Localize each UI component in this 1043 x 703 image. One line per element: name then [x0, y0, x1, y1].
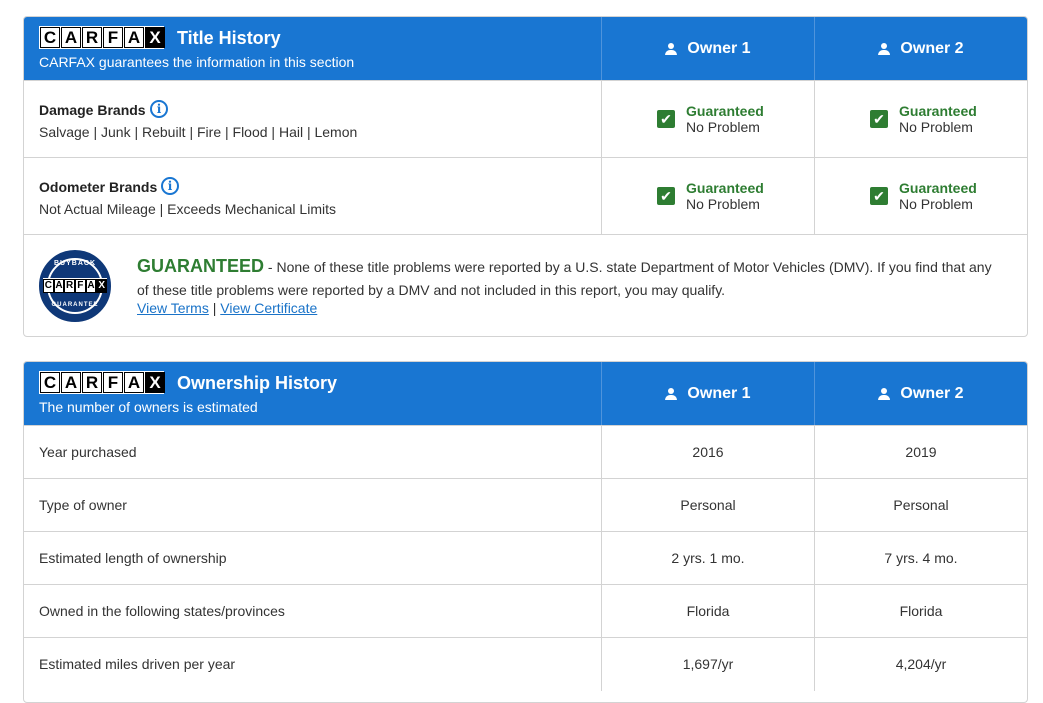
logo-letter: A: [61, 372, 81, 393]
row-label: Type of owner: [39, 497, 127, 513]
owner-1-header: Owner 1: [602, 362, 814, 425]
checkmark-icon: ✔: [870, 110, 888, 128]
guarantee-description: - None of these title problems were repo…: [137, 259, 992, 298]
info-icon[interactable]: i: [161, 177, 179, 195]
view-terms-link[interactable]: View Terms: [137, 300, 209, 316]
section-subtitle: The number of owners is estimated: [39, 399, 258, 415]
owner-2-value: 4,204/yr: [895, 656, 947, 672]
checkmark-icon: ✔: [657, 187, 675, 205]
person-icon: [878, 387, 891, 400]
owner-label: Owner 2: [900, 384, 964, 402]
table-row: Year purchased 2016 2019: [24, 425, 1027, 479]
owner-label: Owner 2: [900, 39, 964, 57]
table-row: Estimated miles driven per year 1,697/yr…: [24, 637, 1027, 691]
carfax-logo: C A R F A X: [39, 26, 165, 49]
carfax-logo: C A R F A X: [39, 371, 165, 394]
seal-letter: X: [96, 278, 108, 293]
row-label: Odometer Brands: [39, 179, 158, 195]
person-icon: [665, 387, 678, 400]
owner-label: Owner 1: [687, 39, 751, 57]
table-row: Estimated length of ownership 2 yrs. 1 m…: [24, 531, 1027, 585]
ownership-history-header: C A R F A X Ownership History The number…: [24, 362, 1027, 425]
table-row: Owned in the following states/provinces …: [24, 584, 1027, 638]
logo-letter: C: [40, 27, 60, 48]
owner-2-header: Owner 2: [815, 17, 1027, 80]
checkmark-icon: ✔: [657, 110, 675, 128]
owner-1-status: ✔ Guaranteed No Problem: [602, 158, 814, 234]
status-guaranteed: Guaranteed: [899, 103, 977, 119]
seal-letter: F: [75, 278, 86, 293]
seal-top-text: BUYBACK: [54, 260, 96, 267]
row-details: Salvage | Junk | Rebuilt | Fire | Flood …: [39, 124, 358, 140]
damage-brands-row: Damage Brands i Salvage | Junk | Rebuilt…: [24, 80, 1027, 157]
guarantee-block: BUYBACK C A R F A X GUARANTEE GUARANTEED…: [24, 234, 1027, 336]
owner-1-status: ✔ Guaranteed No Problem: [602, 81, 814, 157]
row-label: Estimated miles driven per year: [39, 656, 236, 672]
logo-letter: F: [103, 27, 123, 48]
owner-label: Owner 1: [687, 384, 751, 402]
guarantee-links: View Terms | View Certificate: [137, 300, 317, 316]
logo-letter: X: [145, 27, 165, 48]
logo-letter: A: [124, 372, 144, 393]
owner-1-value: 1,697/yr: [682, 656, 734, 672]
section-title: Title History: [177, 28, 281, 48]
owner-2-value: 2019: [905, 444, 937, 460]
owner-1-value: Florida: [686, 603, 730, 619]
logo-letter: A: [61, 27, 81, 48]
row-label: Owned in the following states/provinces: [39, 603, 285, 619]
row-details: Not Actual Mileage | Exceeds Mechanical …: [39, 201, 336, 217]
owner-2-status: ✔ Guaranteed No Problem: [815, 81, 1027, 157]
owner-1-value: Personal: [680, 497, 736, 513]
seal-letter: R: [64, 278, 75, 293]
logo-letter: R: [82, 372, 102, 393]
owner-1-value: 2016: [692, 444, 724, 460]
seal-bottom-text: GUARANTEE: [51, 302, 99, 308]
ownership-history-card: C A R F A X Ownership History The number…: [23, 361, 1028, 703]
guarantee-text: GUARANTEED - None of these title problem…: [137, 255, 1007, 302]
status-guaranteed: Guaranteed: [686, 103, 764, 119]
logo-letter: A: [124, 27, 144, 48]
title-history-header: C A R F A X Title History CARFAX guarant…: [24, 17, 1027, 80]
owner-2-value: Florida: [899, 603, 943, 619]
owner-2-value: 7 yrs. 4 mo.: [884, 550, 958, 566]
row-label: Estimated length of ownership: [39, 550, 227, 566]
owner-1-value: 2 yrs. 1 mo.: [671, 550, 745, 566]
seal-letter: C: [42, 278, 54, 293]
logo-letter: R: [82, 27, 102, 48]
logo-letter: F: [103, 372, 123, 393]
person-icon: [665, 42, 678, 55]
row-label: Damage Brands: [39, 102, 146, 118]
title-history-card: C A R F A X Title History CARFAX guarant…: [23, 16, 1028, 337]
guarantee-headline: GUARANTEED: [137, 256, 265, 276]
view-certificate-link[interactable]: View Certificate: [220, 300, 317, 316]
status-result: No Problem: [686, 119, 760, 135]
logo-letter: C: [40, 372, 60, 393]
section-subtitle: CARFAX guarantees the information in thi…: [39, 54, 355, 70]
seal-letter: A: [85, 278, 97, 293]
odometer-brands-row: Odometer Brands i Not Actual Mileage | E…: [24, 157, 1027, 234]
status-result: No Problem: [899, 119, 973, 135]
buyback-guarantee-seal: BUYBACK C A R F A X GUARANTEE: [39, 250, 111, 322]
logo-letter: X: [145, 372, 165, 393]
section-title: Ownership History: [177, 373, 338, 393]
owner-2-status: ✔ Guaranteed No Problem: [815, 158, 1027, 234]
table-row: Type of owner Personal Personal: [24, 478, 1027, 532]
person-icon: [878, 42, 891, 55]
seal-letter: A: [53, 278, 65, 293]
checkmark-icon: ✔: [870, 187, 888, 205]
status-guaranteed: Guaranteed: [899, 180, 977, 196]
link-separator: |: [208, 300, 221, 316]
owner-2-header: Owner 2: [815, 362, 1027, 425]
status-guaranteed: Guaranteed: [686, 180, 764, 196]
owner-1-header: Owner 1: [602, 17, 814, 80]
info-icon[interactable]: i: [150, 100, 168, 118]
status-result: No Problem: [899, 196, 973, 212]
row-label: Year purchased: [39, 444, 137, 460]
owner-2-value: Personal: [893, 497, 949, 513]
status-result: No Problem: [686, 196, 760, 212]
